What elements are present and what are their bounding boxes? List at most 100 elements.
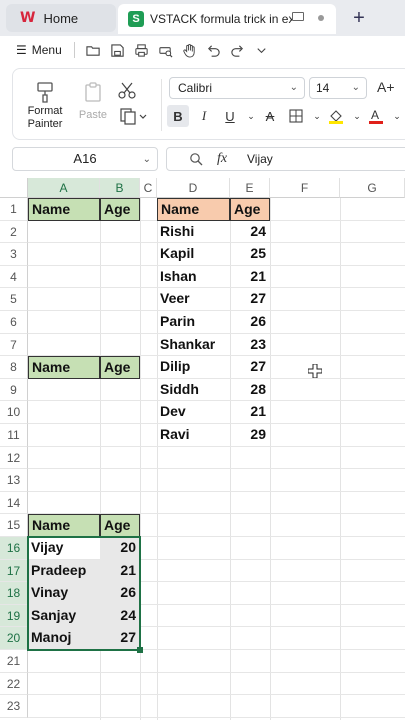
source-cell-age[interactable]: 25 xyxy=(230,243,270,266)
font-name-select[interactable]: Calibri ⌄ xyxy=(169,77,305,99)
bold-button[interactable]: B xyxy=(167,105,189,127)
borders-icon[interactable] xyxy=(285,105,307,127)
row-header-10[interactable]: 10 xyxy=(0,401,28,424)
source-cell-age[interactable]: 21 xyxy=(230,401,270,424)
source-cell-age[interactable]: 21 xyxy=(230,266,270,289)
font-color-icon[interactable]: A xyxy=(365,105,387,127)
source-cell-age[interactable]: 23 xyxy=(230,334,270,357)
print-preview-icon[interactable] xyxy=(155,41,177,59)
monitor-icon[interactable] xyxy=(292,12,304,21)
source-cell-age[interactable]: 28 xyxy=(230,379,270,402)
chevron-down-icon[interactable]: ⌄ xyxy=(351,105,363,127)
source-header-age[interactable]: Age xyxy=(230,198,270,221)
row-header-8[interactable]: 8 xyxy=(0,356,28,379)
row-header-22[interactable]: 22 xyxy=(0,672,28,696)
source-cell-name[interactable]: Veer xyxy=(157,288,230,311)
copy-icon[interactable] xyxy=(119,107,149,125)
table1-header-name[interactable]: Name xyxy=(28,198,100,221)
fill-color-icon[interactable] xyxy=(325,105,347,127)
table1-header-age[interactable]: Age xyxy=(100,198,140,221)
table2-header-name[interactable]: Name xyxy=(28,356,100,379)
scissors-icon[interactable] xyxy=(117,81,137,99)
column-header-f[interactable]: F xyxy=(270,178,340,198)
row-header-20[interactable]: 20 xyxy=(0,627,28,650)
row-header-5[interactable]: 5 xyxy=(0,288,28,311)
formula-bar: A16 ⌄ fx Vijay xyxy=(0,144,405,174)
selection-range[interactable] xyxy=(27,536,141,651)
source-cell-name[interactable]: Dev xyxy=(157,401,230,424)
unsaved-dot-icon[interactable] xyxy=(318,15,324,21)
source-cell-age[interactable]: 27 xyxy=(230,288,270,311)
row-header-19[interactable]: 19 xyxy=(0,604,28,628)
source-cell-age[interactable]: 26 xyxy=(230,311,270,334)
row-header-2[interactable]: 2 xyxy=(0,220,28,244)
source-cell-age[interactable]: 27 xyxy=(230,356,270,379)
undo-icon[interactable] xyxy=(203,41,225,59)
hand-icon[interactable] xyxy=(179,41,201,59)
fill-handle[interactable] xyxy=(137,647,143,653)
source-cell-name[interactable]: Ishan xyxy=(157,266,230,289)
new-tab-button[interactable]: + xyxy=(350,6,368,30)
format-painter-button[interactable]: Format Painter xyxy=(23,81,67,131)
source-cell-name[interactable]: Parin xyxy=(157,311,230,334)
source-cell-name[interactable]: Siddh xyxy=(157,379,230,402)
tab-home[interactable]: W Home xyxy=(6,4,116,32)
row-header-3[interactable]: 3 xyxy=(0,243,28,266)
redo-icon[interactable] xyxy=(227,41,249,59)
row-header-4[interactable]: 4 xyxy=(0,265,28,289)
row-header-9[interactable]: 9 xyxy=(0,378,28,402)
source-cell-name[interactable]: Kapil xyxy=(157,243,230,266)
source-cell-name[interactable]: Rishi xyxy=(157,221,230,244)
column-header-d[interactable]: D xyxy=(157,178,230,198)
save-icon[interactable] xyxy=(107,41,129,59)
source-cell-name[interactable]: Dilip xyxy=(157,356,230,379)
increase-font-size-button[interactable]: A+ xyxy=(377,79,395,95)
menu-button[interactable]: ☰ Menu xyxy=(16,43,62,57)
print-icon[interactable] xyxy=(131,41,153,59)
chevron-down-icon[interactable]: ⌄ xyxy=(391,105,403,127)
column-header-e[interactable]: E xyxy=(230,178,270,198)
row-header-17[interactable]: 17 xyxy=(0,559,28,583)
source-cell-name[interactable]: Ravi xyxy=(157,424,230,447)
row-header-18[interactable]: 18 xyxy=(0,582,28,605)
more-icon[interactable] xyxy=(251,41,273,59)
table3-header-name[interactable]: Name xyxy=(28,514,100,537)
row-header-15[interactable]: 15 xyxy=(0,514,28,537)
row-header-1[interactable]: 1 xyxy=(0,198,28,221)
chevron-down-icon[interactable]: ⌄ xyxy=(311,105,323,127)
underline-button[interactable]: U xyxy=(219,105,241,127)
column-header-b[interactable]: B xyxy=(100,178,140,198)
row-header-14[interactable]: 14 xyxy=(0,491,28,515)
row-header-23[interactable]: 23 xyxy=(0,695,28,718)
table3-header-age[interactable]: Age xyxy=(100,514,140,537)
source-cell-age[interactable]: 24 xyxy=(230,221,270,244)
column-header-c[interactable]: C xyxy=(140,178,157,198)
row-header-11[interactable]: 11 xyxy=(0,424,28,447)
row-header-13[interactable]: 13 xyxy=(0,469,28,492)
chevron-down-icon[interactable]: ⌄ xyxy=(245,105,257,127)
source-header-name[interactable]: Name xyxy=(157,198,230,221)
source-cell-name[interactable]: Shankar xyxy=(157,334,230,357)
paintbrush-icon xyxy=(37,82,53,103)
name-box[interactable]: A16 ⌄ xyxy=(12,147,158,171)
font-size-select[interactable]: 14 ⌄ xyxy=(309,77,367,99)
select-all-corner[interactable] xyxy=(0,178,28,198)
paste-button[interactable]: Paste xyxy=(73,81,113,121)
italic-button[interactable]: I xyxy=(193,105,215,127)
spreadsheet-grid[interactable]: A B C D E F G 1 2 3 4 5 6 7 8 9 10 11 12 13 14 15 16 17 18 19 20 21… xyxy=(0,178,405,720)
search-icon[interactable] xyxy=(189,152,203,166)
fx-icon[interactable]: fx xyxy=(217,151,227,167)
row-header-21[interactable]: 21 xyxy=(0,650,28,673)
row-header-12[interactable]: 12 xyxy=(0,446,28,470)
tab-document[interactable]: S VSTACK formula trick in excel xyxy=(118,4,336,34)
formula-input[interactable]: fx Vijay xyxy=(166,147,405,171)
folder-open-icon[interactable] xyxy=(83,41,105,59)
strikethrough-button[interactable]: A xyxy=(259,105,281,127)
column-header-a[interactable]: A xyxy=(28,178,100,198)
column-header-g[interactable]: G xyxy=(340,178,405,198)
row-header-16[interactable]: 16 xyxy=(0,537,28,560)
row-header-6[interactable]: 6 xyxy=(0,311,28,334)
row-header-7[interactable]: 7 xyxy=(0,333,28,357)
table2-header-age[interactable]: Age xyxy=(100,356,140,379)
source-cell-age[interactable]: 29 xyxy=(230,424,270,447)
